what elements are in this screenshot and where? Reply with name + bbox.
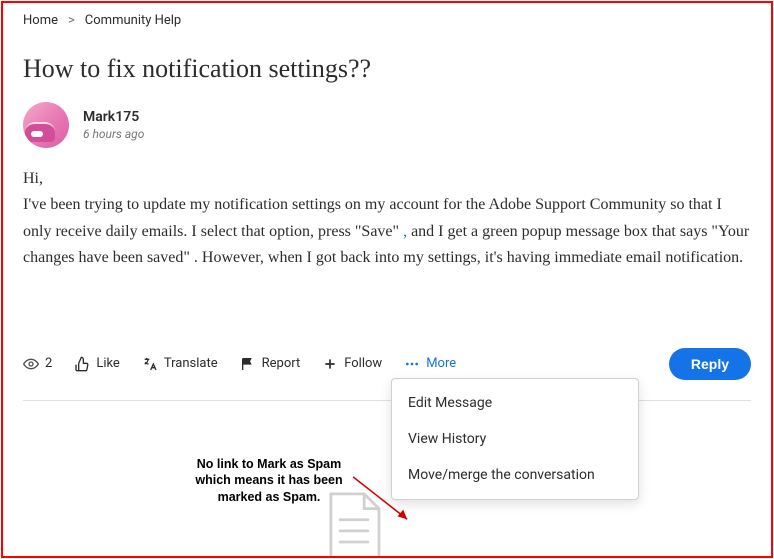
post-timestamp: 6 hours ago: [83, 127, 144, 141]
author-name[interactable]: Mark175: [83, 109, 144, 125]
page-title: How to fix notification settings??: [3, 34, 771, 98]
menu-move-merge[interactable]: Move/merge the conversation: [392, 457, 638, 493]
eye-icon: [23, 356, 39, 372]
more-button[interactable]: More: [404, 356, 456, 372]
views-count: 2: [23, 356, 52, 372]
report-button[interactable]: Report: [240, 356, 301, 372]
thumbs-up-icon: [74, 356, 90, 372]
more-horizontal-icon: [404, 356, 420, 372]
more-dropdown: Edit Message View History Move/merge the…: [391, 378, 639, 500]
post-greeting: Hi,: [23, 170, 43, 187]
like-label: Like: [96, 356, 120, 371]
reply-button[interactable]: Reply: [669, 348, 751, 380]
author-block: Mark175 6 hours ago: [3, 98, 771, 166]
breadcrumb: Home > Community Help: [3, 3, 771, 34]
action-bar: 2 Like Translate Report Follow More Repl…: [3, 348, 771, 380]
avatar[interactable]: [23, 102, 69, 148]
divider: [23, 400, 751, 401]
views-number: 2: [45, 356, 52, 371]
translate-label: Translate: [164, 356, 218, 371]
breadcrumb-home[interactable]: Home: [23, 13, 58, 28]
plus-icon: [322, 356, 338, 372]
translate-button[interactable]: Translate: [142, 356, 218, 372]
breadcrumb-section[interactable]: Community Help: [85, 13, 181, 28]
post-body: Hi, I've been trying to update my notifi…: [3, 166, 771, 272]
like-button[interactable]: Like: [74, 356, 120, 372]
follow-label: Follow: [344, 356, 382, 371]
chevron-right-icon: >: [68, 13, 75, 28]
flag-icon: [240, 356, 256, 372]
annotation-callout: No link to Mark as Spam which means it h…: [181, 456, 357, 505]
menu-view-history[interactable]: View History: [392, 421, 638, 457]
menu-edit-message[interactable]: Edit Message: [392, 385, 638, 421]
translate-icon: [142, 356, 158, 372]
follow-button[interactable]: Follow: [322, 356, 382, 372]
report-label: Report: [262, 356, 301, 371]
more-label: More: [426, 356, 456, 371]
